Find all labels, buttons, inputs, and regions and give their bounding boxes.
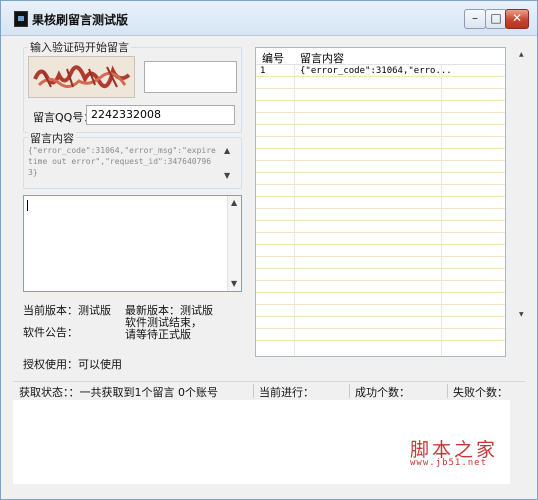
scroll-down-icon[interactable]: ▼ bbox=[519, 311, 524, 318]
fetch-status: 获取状态：：一共获取到1个留言 0个账号 bbox=[19, 386, 218, 399]
captcha-group-label: 输入验证码开始留言 bbox=[28, 39, 131, 55]
maximize-button[interactable]: □ bbox=[485, 9, 507, 29]
current-version: 当前版本：测试版 bbox=[23, 304, 111, 317]
row-divider bbox=[256, 148, 505, 149]
message-content: {"error_code":31064,"error_msg":"expire … bbox=[28, 146, 216, 177]
textarea-scrollbar[interactable]: ▲ ▼ bbox=[227, 196, 241, 291]
row-id-cell: 1 bbox=[260, 66, 266, 76]
list-header: 编号 留言内容 bbox=[256, 48, 505, 65]
scroll-up-icon[interactable]: ▲ bbox=[224, 146, 230, 155]
row-divider bbox=[256, 184, 505, 185]
minimize-button[interactable]: – bbox=[464, 9, 486, 29]
window-title: 果核刷留言测试版 bbox=[32, 13, 129, 27]
license-status: 授权使用：可以使用 bbox=[23, 358, 122, 371]
notice-text: 软件测试结束，请等待正式版 bbox=[125, 316, 202, 341]
row-divider bbox=[256, 280, 505, 281]
row-divider bbox=[256, 340, 505, 341]
row-divider bbox=[256, 268, 505, 269]
fail-count: 失败个数： bbox=[453, 386, 508, 399]
row-divider bbox=[256, 244, 505, 245]
row-divider bbox=[256, 172, 505, 173]
text-caret bbox=[27, 200, 28, 211]
status-separator bbox=[447, 384, 448, 398]
row-content-cell: {"error_code":31064,"erro... bbox=[300, 66, 452, 76]
qq-input[interactable]: 2242332008 bbox=[86, 105, 235, 125]
column-header-id[interactable]: 编号 bbox=[262, 50, 284, 66]
title-bar[interactable]: 果核刷留言测试版 – □ ✕ bbox=[1, 1, 537, 36]
row-divider bbox=[256, 232, 505, 233]
captcha-image[interactable] bbox=[28, 56, 135, 98]
row-divider bbox=[256, 124, 505, 125]
row-divider bbox=[256, 136, 505, 137]
row-divider bbox=[256, 304, 505, 305]
row-divider bbox=[256, 112, 505, 113]
row-divider bbox=[256, 256, 505, 257]
scroll-down-icon[interactable]: ▼ bbox=[231, 279, 237, 288]
row-divider bbox=[256, 316, 505, 317]
column-divider bbox=[294, 48, 295, 356]
watermark-url: www.jb51.net bbox=[410, 458, 488, 468]
column-divider bbox=[441, 48, 442, 356]
scroll-up-icon[interactable]: ▲ bbox=[519, 51, 524, 58]
captcha-input[interactable] bbox=[144, 61, 237, 93]
message-list[interactable]: 编号 留言内容 1 {"error_code":31064,"erro... bbox=[255, 47, 506, 357]
app-window: 果核刷留言测试版 – □ ✕ 输入验证码开始留言 留言QQ号： 22423320… bbox=[0, 0, 538, 500]
message-group-label: 留言内容 bbox=[28, 130, 76, 146]
scroll-up-icon[interactable]: ▲ bbox=[231, 198, 237, 207]
current-progress: 当前进行： bbox=[259, 386, 314, 399]
column-header-content[interactable]: 留言内容 bbox=[300, 50, 344, 66]
row-divider bbox=[256, 208, 505, 209]
row-divider bbox=[256, 196, 505, 197]
row-divider bbox=[256, 160, 505, 161]
success-count: 成功个数： bbox=[355, 386, 410, 399]
row-divider bbox=[256, 328, 505, 329]
notice-label: 软件公告： bbox=[23, 326, 78, 339]
row-divider bbox=[256, 292, 505, 293]
status-separator bbox=[253, 384, 254, 398]
scroll-down-icon[interactable]: ▼ bbox=[224, 171, 230, 180]
message-textarea[interactable]: ▲ ▼ bbox=[23, 195, 242, 292]
row-divider bbox=[256, 220, 505, 221]
status-separator bbox=[349, 384, 350, 398]
right-scroll-indicator: ▲ ▼ bbox=[519, 47, 527, 355]
row-divider bbox=[256, 76, 505, 77]
row-divider bbox=[256, 100, 505, 101]
close-button[interactable]: ✕ bbox=[505, 9, 529, 29]
app-icon bbox=[14, 11, 28, 27]
status-bar: 获取状态：：一共获取到1个留言 0个账号 当前进行： 成功个数： 失败个数： bbox=[13, 381, 525, 400]
row-divider bbox=[256, 88, 505, 89]
